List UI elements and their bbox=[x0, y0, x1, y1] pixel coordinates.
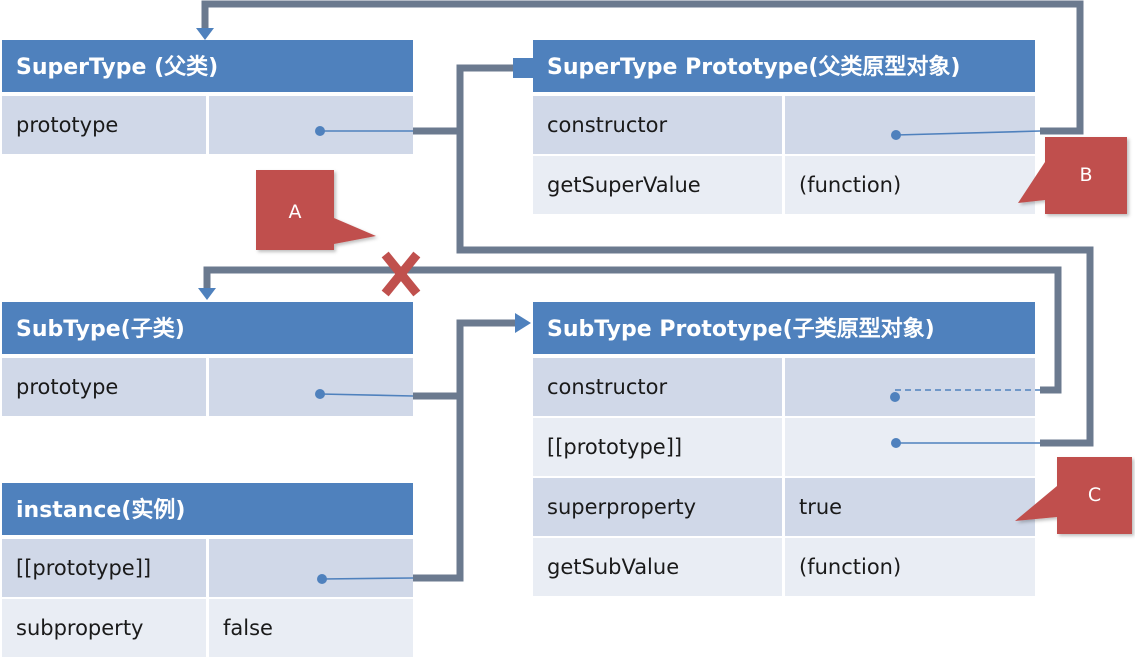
table-row: subproperty false bbox=[2, 599, 413, 659]
table-row: prototype bbox=[2, 96, 413, 156]
callout-c-label: C bbox=[1087, 484, 1102, 506]
supertype-prototype-key: prototype bbox=[2, 96, 209, 156]
connector-supertype-to-supertype-proto bbox=[413, 64, 520, 135]
table-row: [[prototype]] bbox=[533, 418, 1035, 478]
supertype-prototype-value bbox=[209, 96, 413, 156]
callout-a-label: A bbox=[288, 201, 302, 223]
subtype-proto-superproperty-key: superproperty bbox=[533, 478, 785, 538]
callout-b-label: B bbox=[1079, 164, 1093, 186]
subtype-proto-prototype-value bbox=[785, 418, 1035, 478]
subtype-prototype-key: prototype bbox=[2, 358, 209, 418]
supertype-proto-getsupervalue-key: getSuperValue bbox=[533, 156, 785, 216]
supertype-prototype-title: SuperType Prototype(父类原型对象) bbox=[533, 40, 1035, 96]
arrowhead-right-icon bbox=[515, 313, 531, 333]
subtype-proto-superproperty-value: true bbox=[785, 478, 1035, 538]
subtype-proto-getsubvalue-key: getSubValue bbox=[533, 538, 785, 598]
supertype-proto-getsupervalue-value: (function) bbox=[785, 156, 1035, 216]
instance-subproperty-value: false bbox=[209, 599, 413, 659]
arrow-square-icon bbox=[513, 58, 533, 78]
instance-title: instance(实例) bbox=[2, 483, 413, 539]
subtype-table: SubType(子类) prototype bbox=[2, 302, 413, 418]
supertype-proto-constructor-value bbox=[785, 96, 1035, 156]
arrowhead-down-icon bbox=[196, 28, 214, 40]
supertype-title: SuperType (父类) bbox=[2, 40, 413, 96]
connector-subtype-to-subtype-proto bbox=[413, 319, 520, 400]
arrowhead-down-icon bbox=[198, 288, 216, 300]
supertype-table: SuperType (父类) prototype bbox=[2, 40, 413, 156]
table-row: getSubValue (function) bbox=[533, 538, 1035, 598]
subtype-proto-prototype-key: [[prototype]] bbox=[533, 418, 785, 478]
table-row: constructor bbox=[533, 358, 1035, 418]
instance-subproperty-key: subproperty bbox=[2, 599, 209, 659]
table-row: superproperty true bbox=[533, 478, 1035, 538]
table-row: constructor bbox=[533, 96, 1035, 156]
instance-prototype-value bbox=[209, 539, 413, 599]
table-row: getSuperValue (function) bbox=[533, 156, 1035, 216]
connector-instance-to-subtype-proto bbox=[413, 323, 464, 582]
subtype-prototype-table: SubType Prototype(子类原型对象) constructor [[… bbox=[533, 302, 1035, 598]
table-row: [[prototype]] bbox=[2, 539, 413, 599]
subtype-proto-constructor-value bbox=[785, 358, 1035, 418]
table-row: prototype bbox=[2, 358, 413, 418]
subtype-proto-constructor-key: constructor bbox=[533, 358, 785, 418]
broken-link-cross-icon bbox=[381, 251, 421, 297]
instance-prototype-key: [[prototype]] bbox=[2, 539, 209, 599]
supertype-proto-constructor-key: constructor bbox=[533, 96, 785, 156]
subtype-prototype-value bbox=[209, 358, 413, 418]
subtype-title: SubType(子类) bbox=[2, 302, 413, 358]
instance-table: instance(实例) [[prototype]] subproperty f… bbox=[2, 483, 413, 659]
supertype-prototype-table: SuperType Prototype(父类原型对象) constructor … bbox=[533, 40, 1035, 216]
subtype-proto-getsubvalue-value: (function) bbox=[785, 538, 1035, 598]
subtype-prototype-title: SubType Prototype(子类原型对象) bbox=[533, 302, 1035, 358]
